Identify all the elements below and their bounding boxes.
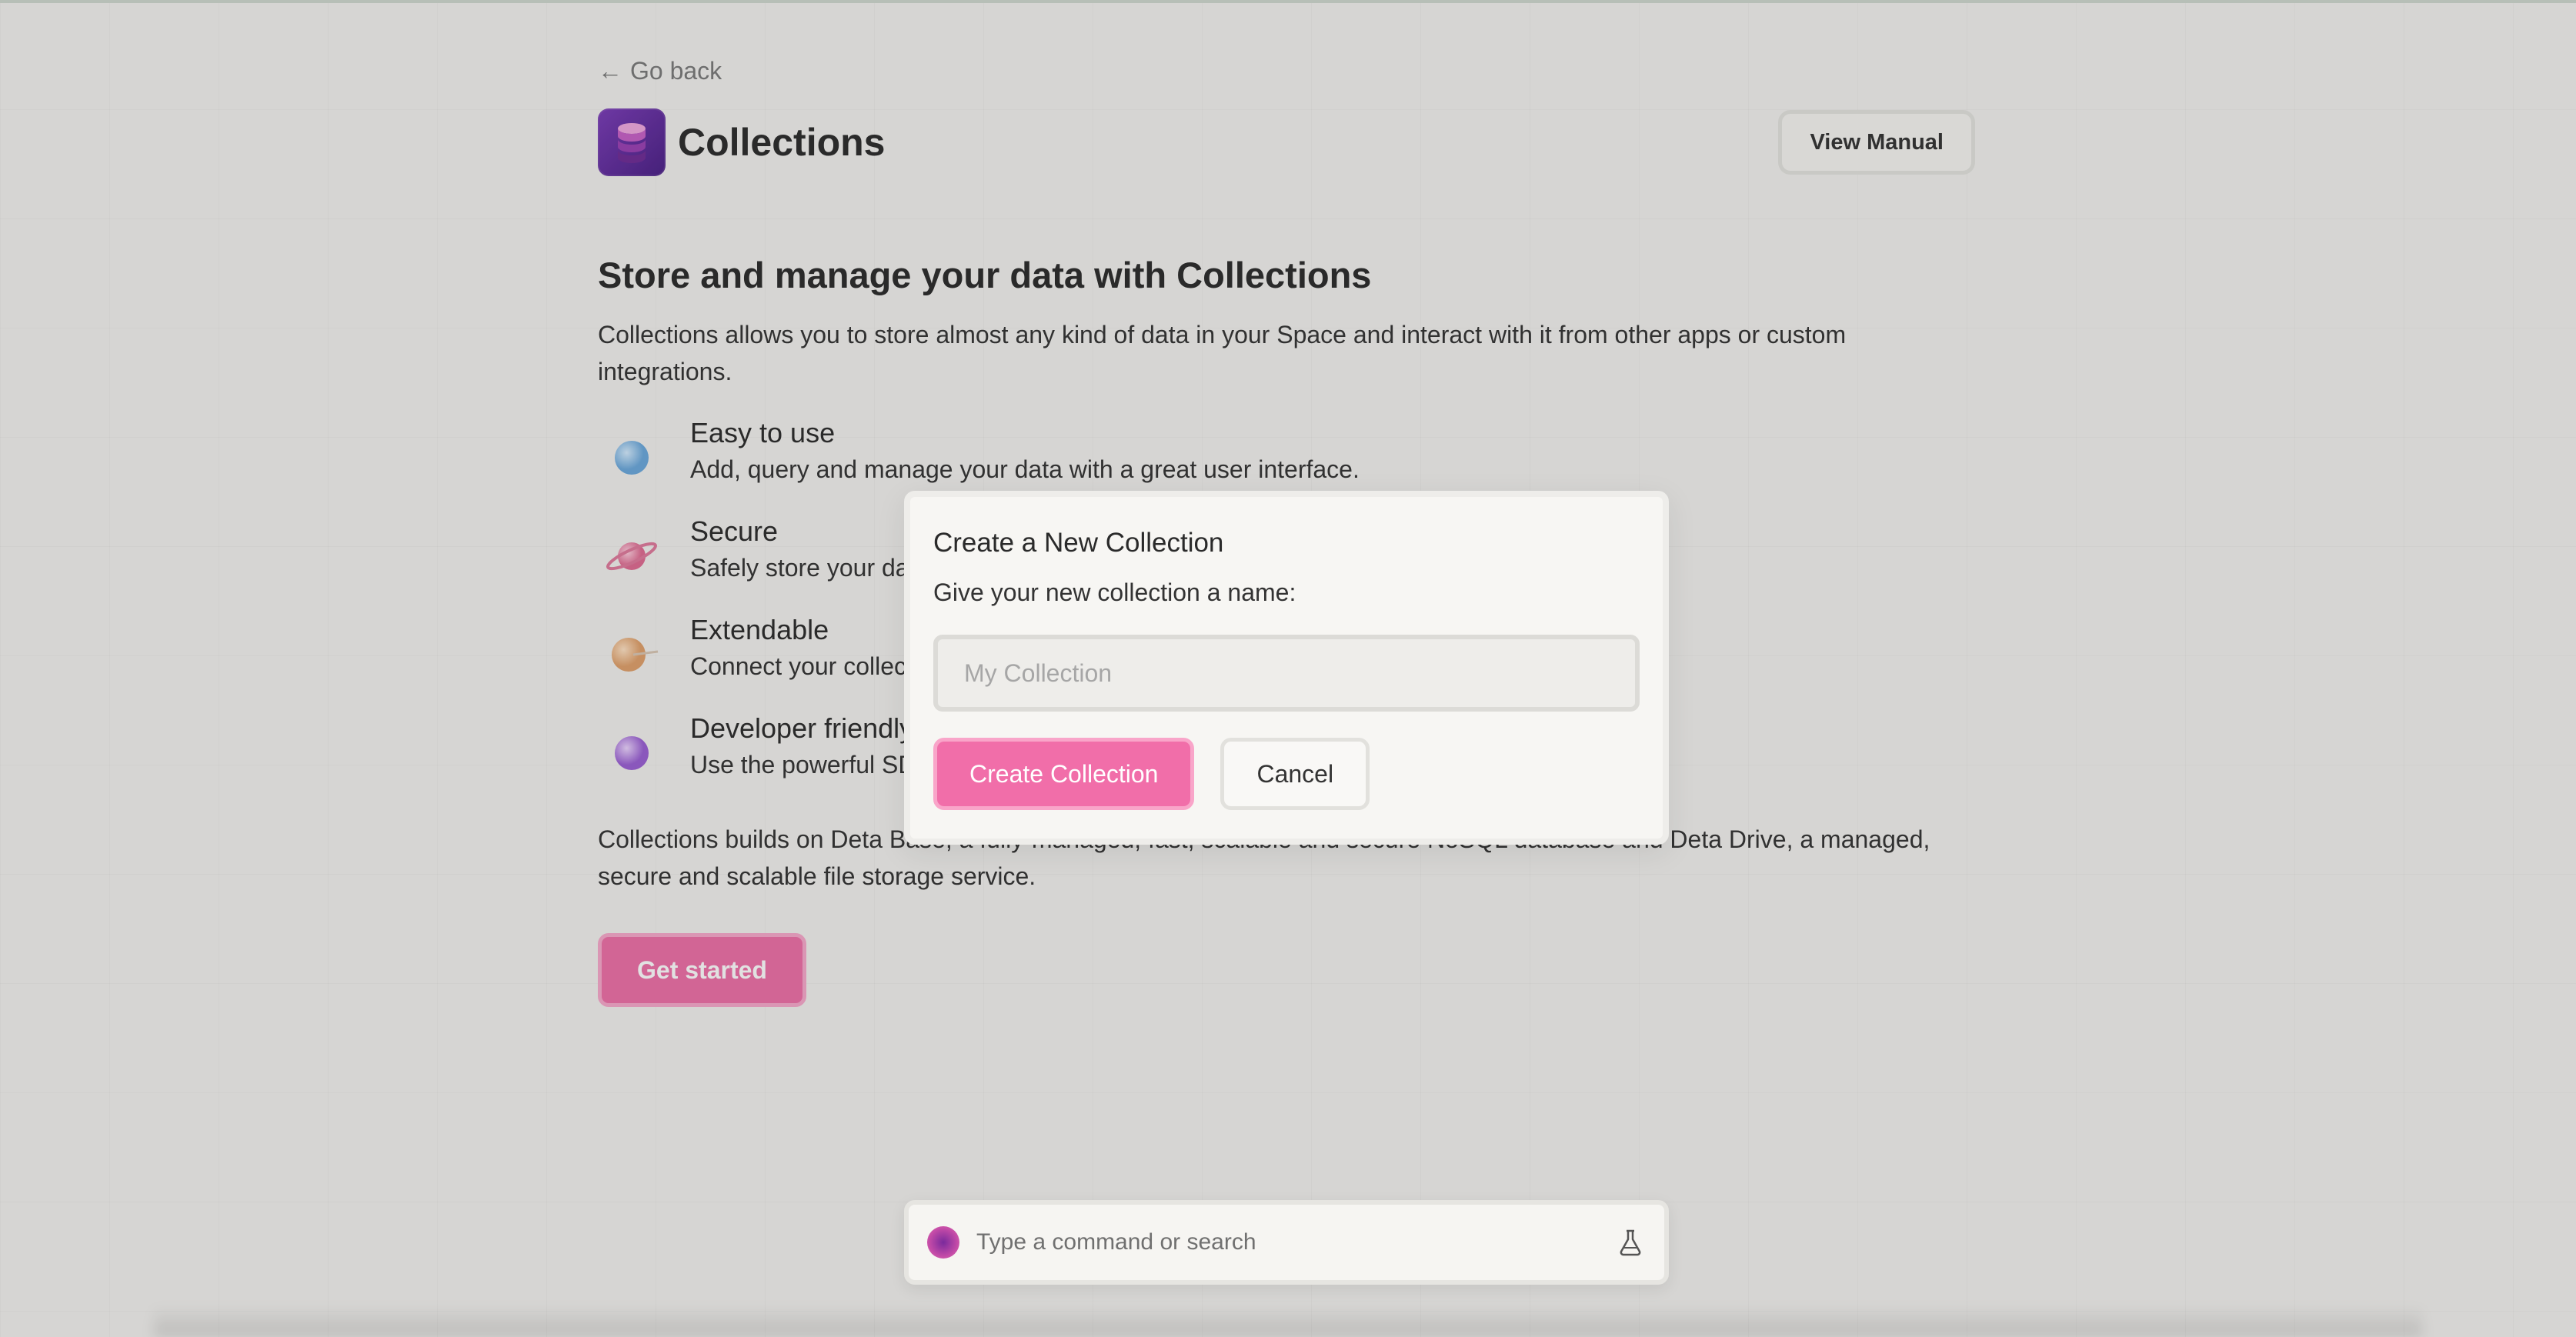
dialog-actions: Create Collection Cancel [933,738,1640,810]
bottom-shadow [154,1306,2422,1337]
command-bar [904,1200,1669,1285]
create-collection-dialog: Create a New Collection Give your new co… [904,491,1669,845]
flask-icon[interactable] [1615,1227,1646,1258]
cancel-button[interactable]: Cancel [1220,738,1370,810]
dialog-subtitle: Give your new collection a name: [933,578,1296,606]
command-search-input[interactable] [975,1229,1615,1256]
dialog-title: Create a New Collection [933,528,1224,558]
collection-name-input[interactable] [933,635,1640,712]
space-orb-icon [927,1226,959,1259]
create-collection-button[interactable]: Create Collection [933,738,1195,810]
